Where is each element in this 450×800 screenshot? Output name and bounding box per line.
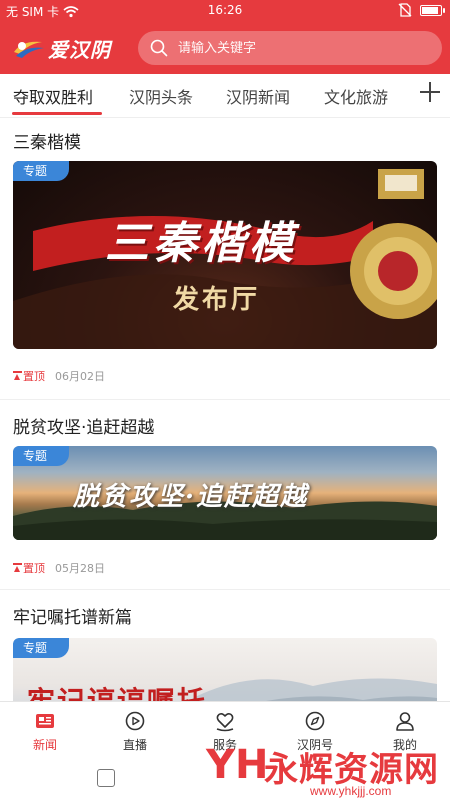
- image-title: 牢记谆谆嘱托: [27, 680, 207, 701]
- active-tab-indicator: [12, 112, 102, 115]
- card-image[interactable]: 牢记谆谆嘱托 专题: [13, 638, 437, 701]
- status-right: [398, 3, 445, 17]
- publish-date: 06月02日: [55, 370, 105, 383]
- tab-0[interactable]: 夺取双胜利: [13, 84, 93, 108]
- pinned-label: 置顶: [23, 562, 45, 575]
- battery-icon: [420, 4, 445, 16]
- nav-live[interactable]: 直播: [100, 710, 170, 753]
- search-input[interactable]: [178, 40, 418, 56]
- card-image[interactable]: 脱贫攻坚·追赶超越 专题: [13, 446, 437, 540]
- feed-card[interactable]: 脱贫攻坚·追赶超越 脱贫攻坚·追赶超越 专题 置顶 05月28日: [0, 400, 450, 590]
- user-icon: [396, 712, 414, 731]
- publish-date: 05月28日: [55, 562, 105, 575]
- topic-badge: 专题: [13, 446, 69, 466]
- tab-1[interactable]: 汉阴头条: [129, 84, 193, 108]
- image-title: 脱贫攻坚·追赶超越: [73, 482, 309, 512]
- service-heart-icon: [216, 712, 234, 732]
- live-play-icon: [125, 711, 145, 731]
- watermark-logo: YH: [206, 742, 269, 788]
- compass-icon: [305, 711, 325, 731]
- status-bar: 无 SIM 卡 16:26: [0, 0, 450, 22]
- search-bar[interactable]: [138, 31, 442, 65]
- pin-top-icon: [13, 563, 22, 573]
- news-feed[interactable]: 三秦楷模 三秦楷模 发布厅 专题 置顶 06月02日 脱贫攻坚·追赶超越 脱贫攻…: [0, 118, 450, 701]
- tab-3[interactable]: 文化旅游: [324, 84, 388, 108]
- search-icon: [150, 39, 168, 57]
- image-title: 三秦楷模: [105, 218, 297, 269]
- app-header: 爱汉阴: [0, 22, 450, 74]
- status-time: 16:26: [207, 3, 243, 17]
- add-channel-icon[interactable]: [418, 80, 442, 104]
- card-meta: 置顶 06月02日: [13, 368, 105, 384]
- pin-top-icon: [13, 371, 22, 381]
- pinned-tag: 置顶: [13, 560, 45, 576]
- recents-button-icon[interactable]: [97, 769, 115, 787]
- app-logo: 爱汉阴: [12, 34, 111, 62]
- channel-tabs: 夺取双胜利 汉阴头条 汉阴新闻 文化旅游: [0, 74, 450, 118]
- news-icon: [36, 714, 54, 728]
- card-title[interactable]: 三秦楷模: [13, 128, 81, 153]
- feed-card[interactable]: 牢记嘱托谱新篇 牢记谆谆嘱托 专题: [0, 590, 450, 701]
- logo-mark-icon: [14, 41, 44, 58]
- watermark-url: www.yhkjjj.com: [310, 784, 392, 798]
- card-title[interactable]: 脱贫攻坚·追赶超越: [13, 413, 154, 438]
- pinned-label: 置顶: [23, 370, 45, 383]
- pinned-tag: 置顶: [13, 368, 45, 384]
- watermark: YH 永辉资源网 www.yhkjjj.com: [200, 740, 450, 800]
- no-sim-icon: [398, 3, 412, 17]
- logo-text: 爱汉阴: [48, 37, 111, 62]
- topic-badge: 专题: [13, 161, 69, 181]
- nav-label: 直播: [122, 738, 147, 752]
- tab-2[interactable]: 汉阴新闻: [226, 84, 290, 108]
- image-subtitle: 发布厅: [173, 285, 261, 315]
- card-title[interactable]: 牢记嘱托谱新篇: [13, 603, 132, 628]
- topic-badge: 专题: [13, 638, 69, 658]
- nav-label: 新闻: [32, 738, 57, 752]
- card-meta: 置顶 05月28日: [13, 560, 105, 576]
- feed-card[interactable]: 三秦楷模 三秦楷模 发布厅 专题 置顶 06月02日: [0, 118, 450, 400]
- nav-news[interactable]: 新闻: [10, 710, 80, 753]
- card-image[interactable]: 三秦楷模 发布厅 专题: [13, 161, 437, 349]
